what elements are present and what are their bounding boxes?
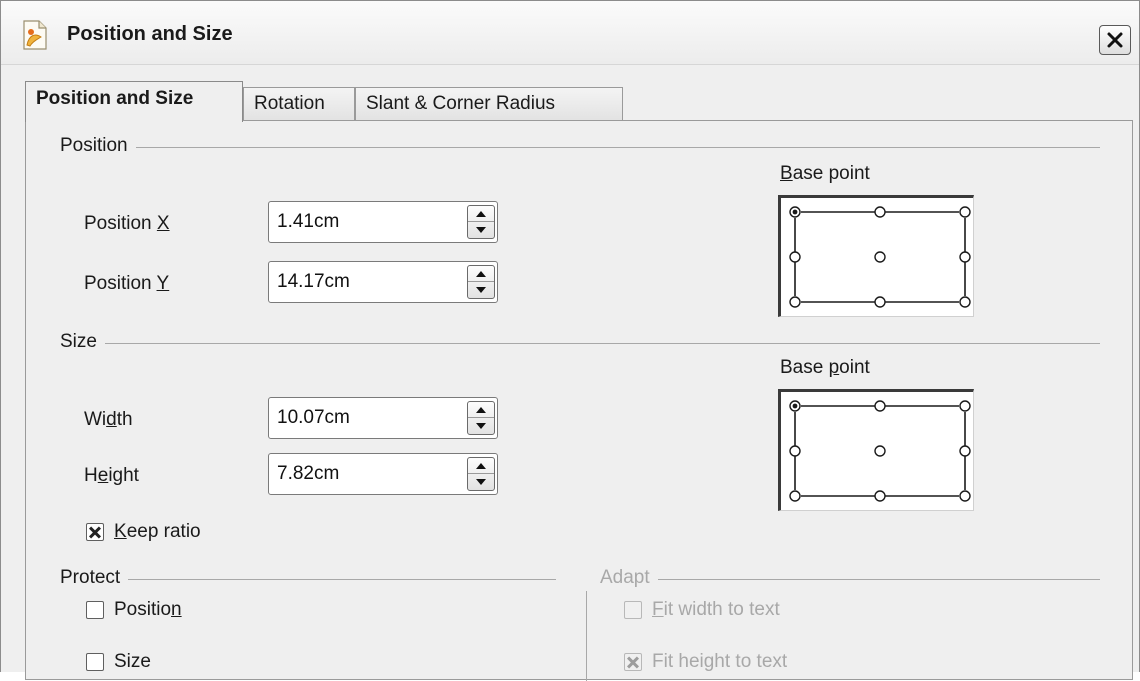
arrow-down-icon — [476, 287, 486, 293]
base-point-radio[interactable] — [789, 400, 801, 412]
base-point-radio[interactable] — [874, 206, 886, 218]
protect-position-checkbox[interactable] — [86, 601, 104, 619]
fit-height-label: Fit height to text — [652, 651, 788, 672]
base-point-radio[interactable] — [959, 490, 971, 502]
arrow-up-icon — [476, 210, 486, 217]
position-y-input[interactable] — [269, 262, 461, 302]
title-bar: Position and Size — [1, 1, 1139, 65]
position-y-label: Position Y — [84, 273, 170, 294]
protect-adapt-divider — [586, 591, 587, 681]
protect-heading: Protect — [60, 567, 129, 589]
base-point-radio[interactable] — [959, 296, 971, 308]
width-spinbox[interactable] — [268, 397, 498, 439]
size-base-point-label: Base point — [780, 357, 870, 378]
tab-rotation[interactable]: Rotation — [243, 87, 355, 121]
close-icon — [1107, 32, 1123, 48]
base-point-radio[interactable] — [789, 251, 801, 263]
position-y-increment[interactable] — [468, 266, 494, 282]
base-point-radio[interactable] — [874, 296, 886, 308]
arrow-down-icon — [476, 423, 486, 429]
arrow-up-icon — [476, 270, 486, 277]
fit-height-checkbox[interactable] — [624, 653, 642, 671]
base-point-radio[interactable] — [874, 445, 886, 457]
position-and-size-dialog: Position and Size Position and Size Rota… — [0, 0, 1140, 681]
protect-size-checkbox[interactable] — [86, 653, 104, 671]
spin-buttons — [467, 265, 495, 299]
width-input[interactable] — [269, 398, 461, 438]
spin-buttons — [467, 457, 495, 491]
spin-buttons — [467, 401, 495, 435]
width-increment[interactable] — [468, 402, 494, 418]
dialog-title: Position and Size — [67, 23, 233, 45]
base-point-radio[interactable] — [789, 206, 801, 218]
base-point-radio[interactable] — [789, 296, 801, 308]
arrow-up-icon — [476, 462, 486, 469]
position-x-input[interactable] — [269, 202, 461, 242]
arrow-down-icon — [476, 479, 486, 485]
base-point-radio[interactable] — [874, 490, 886, 502]
height-spinbox[interactable] — [268, 453, 498, 495]
base-point-radio[interactable] — [959, 251, 971, 263]
height-increment[interactable] — [468, 458, 494, 474]
base-point-radio[interactable] — [959, 445, 971, 457]
draw-app-icon — [21, 19, 49, 51]
fit-width-label: Fit width to text — [652, 599, 780, 620]
protect-size-label: Size — [114, 651, 151, 672]
tab-label: Position and Size — [36, 88, 194, 109]
size-separator — [60, 343, 1100, 344]
position-y-decrement[interactable] — [468, 282, 494, 298]
adapt-separator — [600, 579, 1100, 580]
tab-label: Rotation — [254, 93, 325, 114]
arrow-up-icon — [476, 406, 486, 413]
fit-width-checkbox[interactable] — [624, 601, 642, 619]
position-y-spinbox[interactable] — [268, 261, 498, 303]
height-label: Height — [84, 465, 139, 486]
base-point-radio[interactable] — [789, 490, 801, 502]
position-x-decrement[interactable] — [468, 222, 494, 238]
protect-position-label: Position — [114, 599, 182, 620]
width-label: Width — [84, 409, 133, 430]
tab-slant-corner-radius[interactable]: Slant & Corner Radius — [355, 87, 623, 121]
position-x-label: Position X — [84, 213, 170, 234]
position-heading: Position — [60, 135, 136, 157]
spin-buttons — [467, 205, 495, 239]
base-point-radio[interactable] — [874, 251, 886, 263]
tab-panel: Position Position X Position Y — [25, 120, 1133, 681]
tab-label: Slant & Corner Radius — [366, 93, 556, 114]
position-base-point-label: Base point — [780, 163, 870, 184]
position-base-point-selector[interactable] — [778, 195, 974, 317]
keep-ratio-checkbox[interactable] — [86, 523, 104, 541]
keep-ratio-label: Keep ratio — [114, 521, 201, 542]
base-point-radio[interactable] — [874, 400, 886, 412]
height-decrement[interactable] — [468, 474, 494, 490]
size-base-point-selector[interactable] — [778, 389, 974, 511]
width-decrement[interactable] — [468, 418, 494, 434]
adapt-heading: Adapt — [600, 567, 658, 589]
base-point-radio[interactable] — [789, 445, 801, 457]
protect-separator — [60, 579, 556, 580]
base-point-radio[interactable] — [959, 400, 971, 412]
base-point-radio[interactable] — [959, 206, 971, 218]
size-heading: Size — [60, 331, 105, 353]
arrow-down-icon — [476, 227, 486, 233]
position-x-spinbox[interactable] — [268, 201, 498, 243]
close-button[interactable] — [1099, 25, 1131, 55]
position-x-increment[interactable] — [468, 206, 494, 222]
height-input[interactable] — [269, 454, 461, 494]
position-separator — [60, 147, 1100, 148]
tab-position-and-size[interactable]: Position and Size — [25, 81, 243, 122]
